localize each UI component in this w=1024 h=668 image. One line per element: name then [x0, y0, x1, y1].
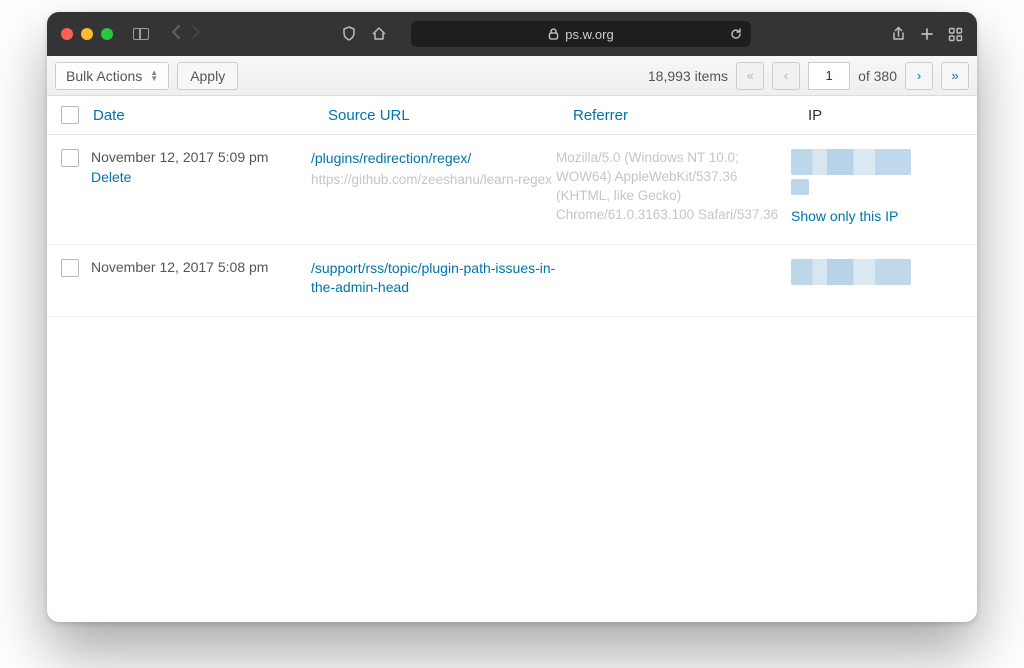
privacy-shield-icon[interactable] [341, 26, 357, 42]
row-checkbox[interactable] [61, 149, 79, 167]
column-headers: Date Source URL Referrer IP [47, 96, 977, 135]
next-page-button[interactable]: › [905, 62, 933, 90]
first-page-button[interactable]: « [736, 62, 764, 90]
titlebar-right-buttons [891, 26, 963, 42]
row-source-url[interactable]: /support/rss/topic/plugin-path-issues-in… [311, 259, 556, 298]
sidebar-toggle-icon[interactable] [133, 28, 149, 40]
row-ip-redacted [791, 149, 911, 175]
apply-button[interactable]: Apply [177, 62, 238, 90]
row-source-url[interactable]: /plugins/redirection/regex/ [311, 149, 556, 169]
nav-controls [171, 24, 201, 45]
last-page-button[interactable]: » [941, 62, 969, 90]
select-stepper-icon: ▲▼ [150, 70, 158, 82]
row-checkbox[interactable] [61, 259, 79, 277]
share-icon[interactable] [891, 26, 906, 42]
prev-page-button[interactable]: ‹ [772, 62, 800, 90]
table-row: November 12, 2017 5:08 pm /support/rss/t… [47, 245, 977, 317]
close-window-icon[interactable] [61, 28, 73, 40]
column-ip: IP [808, 107, 963, 124]
list-toolbar: Bulk Actions ▲▼ Apply 18,993 items « ‹ o… [47, 56, 977, 96]
row-delete-link[interactable]: Delete [91, 169, 131, 185]
minimize-window-icon[interactable] [81, 28, 93, 40]
row-source-full: https://github.com/zeeshanu/learn-regex [311, 171, 556, 190]
column-referrer[interactable]: Referrer [573, 107, 808, 124]
titlebar-center-buttons [341, 26, 387, 42]
bulk-actions-label: Bulk Actions [66, 68, 142, 84]
fullscreen-window-icon[interactable] [101, 28, 113, 40]
tab-overview-icon[interactable] [948, 27, 963, 42]
show-only-this-ip-link[interactable]: Show only this IP [791, 208, 898, 224]
new-tab-icon[interactable] [920, 27, 934, 41]
lock-icon [548, 28, 559, 40]
page-number-input[interactable] [808, 62, 850, 90]
apply-button-label: Apply [190, 68, 225, 84]
pagination: 18,993 items « ‹ of 380 › » [648, 62, 969, 90]
items-count: 18,993 items [648, 68, 728, 84]
titlebar: ps.w.org [47, 12, 977, 56]
address-bar-text: ps.w.org [565, 27, 613, 42]
table-row: November 12, 2017 5:09 pm Delete /plugin… [47, 135, 977, 245]
total-pages-text: of 380 [858, 68, 897, 84]
row-date: November 12, 2017 5:08 pm [91, 259, 311, 275]
forward-icon[interactable] [189, 24, 201, 45]
reload-icon[interactable] [729, 27, 743, 41]
column-date[interactable]: Date [93, 107, 328, 124]
row-ip-redacted-extra [791, 179, 809, 195]
row-ip-redacted [791, 259, 911, 285]
home-icon[interactable] [371, 26, 387, 42]
back-icon[interactable] [171, 24, 183, 45]
bulk-actions-select[interactable]: Bulk Actions ▲▼ [55, 62, 169, 90]
address-bar[interactable]: ps.w.org [411, 21, 751, 47]
browser-window: ps.w.org Bulk Actions ▲ [47, 12, 977, 622]
select-all-checkbox[interactable] [61, 106, 79, 124]
list-content: Date Source URL Referrer IP November 12,… [47, 96, 977, 622]
row-date: November 12, 2017 5:09 pm [91, 149, 311, 165]
row-referrer: Mozilla/5.0 (Windows NT 10.0; WOW64) App… [556, 149, 791, 225]
column-source-url[interactable]: Source URL [328, 107, 573, 124]
window-controls [61, 28, 113, 40]
